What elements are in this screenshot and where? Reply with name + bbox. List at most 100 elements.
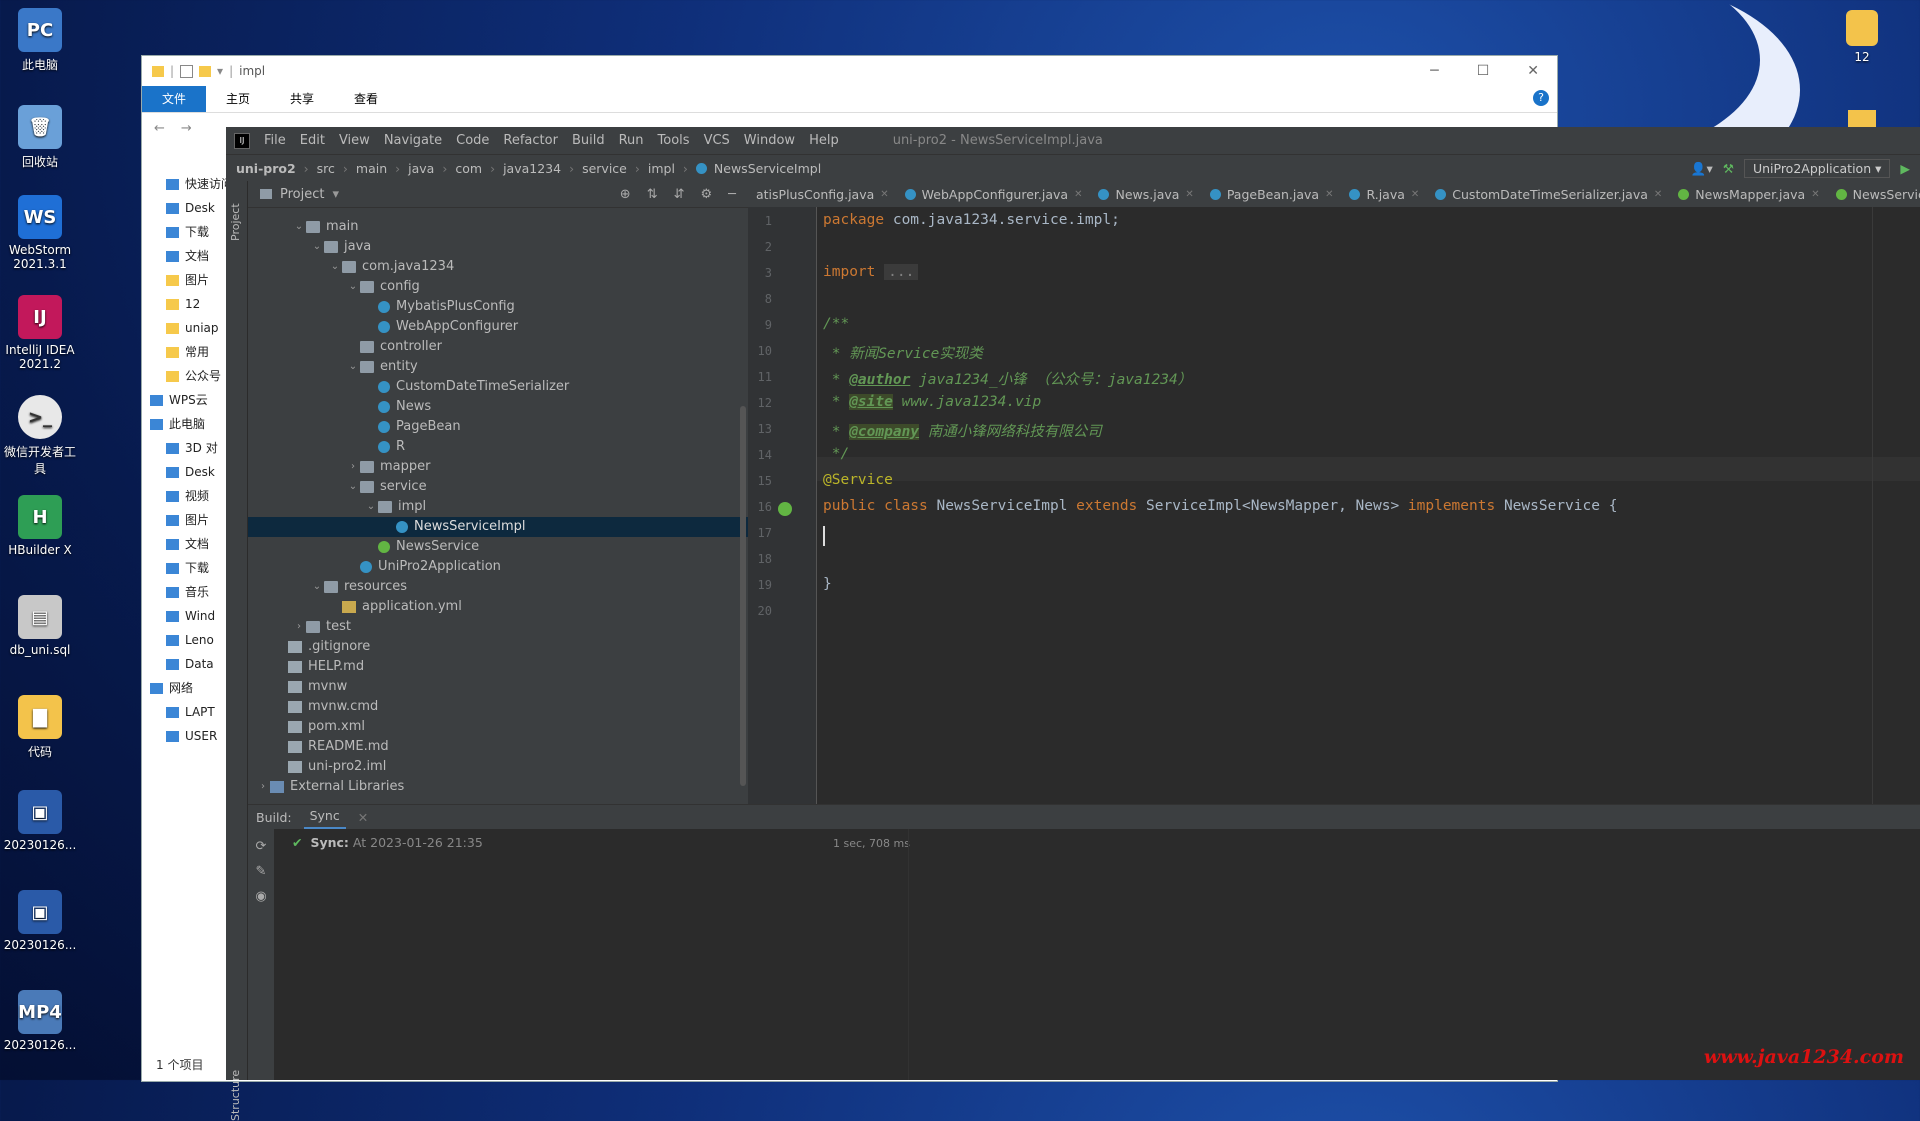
menu-window[interactable]: Window (744, 133, 795, 148)
tree-node[interactable]: HELP.md (248, 657, 748, 677)
explorer-sidebar-item[interactable]: 视频 (142, 484, 228, 508)
tree-node[interactable]: MybatisPlusConfig (248, 297, 748, 317)
explorer-sidebar-item[interactable]: 3D 对 (142, 436, 228, 460)
tree-node[interactable]: PageBean (248, 417, 748, 437)
desktop-icon-5[interactable]: H HBuilder X (0, 495, 80, 557)
breadcrumb-item[interactable]: java (408, 161, 434, 176)
tree-toggle-icon[interactable]: ⌄ (310, 237, 324, 257)
tree-toggle-icon[interactable]: › (346, 457, 360, 477)
desktop-icon-7[interactable]: ▇ 代码 (0, 695, 80, 760)
explorer-sidebar-item[interactable]: 文档 (142, 244, 228, 268)
explorer-sidebar-item[interactable]: 图片 (142, 508, 228, 532)
run-icon[interactable]: ▶ (1900, 161, 1910, 176)
tree-node[interactable]: ⌄ resources (248, 577, 748, 597)
tree-toggle-icon[interactable]: ⌄ (310, 577, 324, 597)
explorer-sidebar-item[interactable]: 12 (142, 292, 228, 316)
properties-icon[interactable] (180, 64, 194, 78)
user-icon[interactable]: 👤▾ (1691, 161, 1713, 177)
chevron-down-icon[interactable]: ▾ (332, 187, 339, 202)
desktop-icon-folder-12[interactable]: 12 (1822, 10, 1902, 64)
tree-node[interactable]: ⌄ main (248, 217, 748, 237)
tree-toggle-icon[interactable]: › (256, 777, 270, 797)
close-tab-icon[interactable]: ✕ (1411, 189, 1419, 200)
desktop-icon-3[interactable]: IJ IntelliJ IDEA 2021.2 (0, 295, 80, 371)
folded-imports[interactable]: ... (884, 264, 919, 280)
tree-node[interactable]: ⌄ com.java1234 (248, 257, 748, 277)
tree-toggle-icon[interactable]: ⌄ (292, 217, 306, 237)
breadcrumb-item[interactable]: service (582, 161, 627, 176)
menu-code[interactable]: Code (456, 133, 489, 148)
tree-node[interactable]: ⌄ service (248, 477, 748, 497)
explorer-sidebar-item[interactable]: USER (142, 724, 228, 748)
tab-sync[interactable]: Sync (303, 805, 346, 829)
explorer-sidebar-item[interactable]: 下载 (142, 220, 228, 244)
tree-toggle-icon[interactable]: ⌄ (346, 477, 360, 497)
ribbon-tab-2[interactable]: 共享 (270, 86, 334, 112)
breadcrumb-item[interactable]: impl (648, 161, 675, 176)
tree-node[interactable]: README.md (248, 737, 748, 757)
minimize-icon[interactable]: ─ (1430, 63, 1438, 79)
close-tab-icon[interactable]: ✕ (1811, 189, 1819, 200)
tree-toggle-icon[interactable]: › (292, 617, 306, 637)
tree-node[interactable]: application.yml (248, 597, 748, 617)
ribbon-tab-3[interactable]: 查看 (334, 86, 398, 112)
desktop-icon-6[interactable]: ▤ db_uni.sql (0, 595, 80, 657)
menu-help[interactable]: Help (809, 133, 839, 148)
menu-run[interactable]: Run (619, 133, 644, 148)
tree-node[interactable]: › External Libraries (248, 777, 748, 797)
project-scrollbar[interactable] (740, 406, 746, 786)
structure-tool-tab[interactable]: Structure (229, 1051, 244, 1121)
explorer-sidebar-item[interactable]: 常用 (142, 340, 228, 364)
close-icon[interactable]: ✕ (358, 810, 368, 825)
explorer-sidebar-item[interactable]: uniap (142, 316, 228, 340)
explorer-sidebar-item[interactable]: 网络 (142, 676, 228, 700)
pin-icon[interactable]: ✎ (248, 864, 274, 879)
explorer-sidebar-item[interactable]: Desk (142, 460, 228, 484)
breadcrumb-item[interactable]: com (455, 161, 482, 176)
editor-tab[interactable]: PageBean.java ✕ (1202, 181, 1342, 207)
ribbon-tab-0[interactable]: 文件 (142, 86, 207, 112)
menu-file[interactable]: File (264, 133, 286, 148)
tree-toggle-icon[interactable]: ⌄ (364, 497, 378, 517)
close-tab-icon[interactable]: ✕ (880, 189, 888, 200)
explorer-sidebar-item[interactable]: Data (142, 652, 228, 676)
desktop-icon-4[interactable]: >_ 微信开发者工具 (0, 395, 80, 477)
menu-tools[interactable]: Tools (658, 133, 690, 148)
maximize-icon[interactable]: ☐ (1477, 63, 1490, 79)
tree-node[interactable]: pom.xml (248, 717, 748, 737)
tree-toggle-icon[interactable]: ⌄ (328, 257, 342, 277)
explorer-sidebar-item[interactable]: 快速访问 (142, 172, 228, 196)
gear-icon[interactable]: ⚙ (701, 187, 713, 202)
tree-node[interactable]: › test (248, 617, 748, 637)
new-folder-icon[interactable] (199, 65, 212, 77)
editor-tab[interactable]: News.java ✕ (1090, 181, 1201, 207)
menu-refactor[interactable]: Refactor (503, 133, 558, 148)
desktop-icon-2[interactable]: WS WebStorm 2021.3.1 (0, 195, 80, 271)
desktop-icon-9[interactable]: ▣ 20230126... (0, 890, 80, 952)
close-tab-icon[interactable]: ✕ (1654, 189, 1662, 200)
breadcrumb-item[interactable]: main (356, 161, 387, 176)
breadcrumb-item[interactable]: NewsServiceImpl (714, 161, 821, 176)
tree-node[interactable]: ⌄ impl (248, 497, 748, 517)
tree-node[interactable]: controller (248, 337, 748, 357)
menu-navigate[interactable]: Navigate (384, 133, 442, 148)
explorer-sidebar-item[interactable]: WPS云 (142, 388, 228, 412)
editor-tab[interactable]: WebAppConfigurer.java ✕ (897, 181, 1091, 207)
tree-node[interactable]: NewsService (248, 537, 748, 557)
menu-view[interactable]: View (339, 133, 370, 148)
close-icon[interactable]: ✕ (1527, 63, 1539, 79)
project-tool-tab[interactable]: Project (229, 191, 244, 241)
breadcrumb-item[interactable]: uni-pro2 (236, 161, 296, 176)
tree-node[interactable]: ⌄ java (248, 237, 748, 257)
explorer-sidebar-item[interactable]: Wind (142, 604, 228, 628)
implementation-gutter-icon[interactable] (778, 502, 792, 516)
tree-node[interactable]: News (248, 397, 748, 417)
tree-toggle-icon[interactable]: ⌄ (346, 277, 360, 297)
explorer-sidebar-item[interactable]: 文档 (142, 532, 228, 556)
close-tab-icon[interactable]: ✕ (1325, 189, 1333, 200)
tree-node[interactable]: R (248, 437, 748, 457)
help-icon[interactable]: ? (1533, 90, 1549, 106)
editor-tab[interactable]: NewsService.java✕ (1828, 181, 1920, 207)
run-configuration-select[interactable]: UniPro2Application ▾ (1743, 159, 1891, 178)
desktop-icon-1[interactable]: 🗑 回收站 (0, 105, 80, 170)
